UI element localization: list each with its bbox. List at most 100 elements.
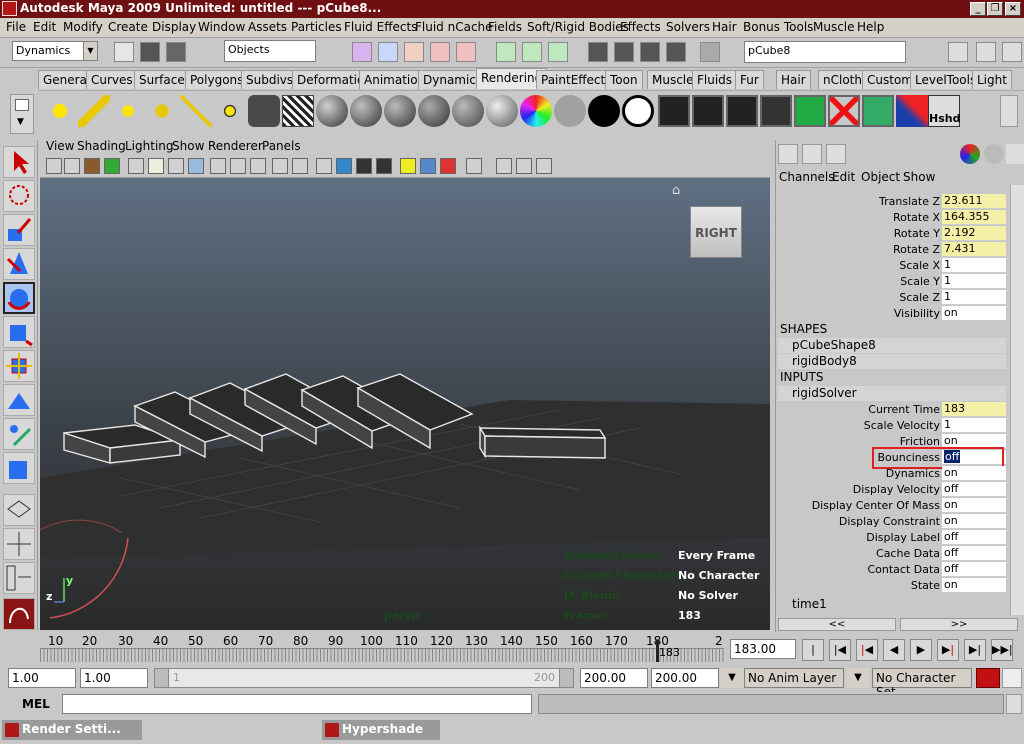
lasso-tool-icon[interactable]	[3, 180, 35, 212]
show-manipulator-icon[interactable]	[3, 418, 35, 450]
channel-row[interactable]: State on	[778, 578, 1008, 594]
shelf-tab-fur[interactable]: Fur	[735, 70, 764, 89]
menu-fluid-ncache[interactable]: Fluid nCache	[415, 20, 493, 34]
object-name-field[interactable]: pCube8	[744, 41, 906, 63]
render-current-frame-icon[interactable]	[658, 95, 690, 127]
channel-value[interactable]: on	[942, 498, 1006, 513]
select-object-icon[interactable]	[378, 42, 398, 62]
shelf-tab-muscle[interactable]: Muscle	[647, 70, 699, 89]
cb-menu-object[interactable]: Object	[861, 170, 900, 184]
shape-node[interactable]: pCubeShape8	[778, 338, 1006, 353]
maya-logo-icon[interactable]	[3, 598, 35, 630]
step-back-button[interactable]: |◀	[829, 639, 851, 661]
channel-value[interactable]: on	[942, 306, 1006, 321]
anim-layer-dropdown[interactable]: No Anim Layer	[744, 668, 844, 688]
scroll-left-button[interactable]: <<	[778, 618, 896, 631]
channel-value[interactable]: 7.431	[942, 242, 1006, 257]
menu-fields[interactable]: Fields	[488, 20, 522, 34]
selection-mode-dropdown[interactable]: Objects	[224, 40, 316, 62]
go-to-start-button[interactable]: |◀◀	[802, 639, 824, 676]
attribute-editor-toggle-icon[interactable]	[948, 42, 968, 62]
menu-particles[interactable]: Particles	[291, 20, 342, 34]
last-tool-used-icon[interactable]	[3, 452, 35, 484]
channel-row[interactable]: Scale Y1	[778, 274, 1008, 290]
assign-material-icon[interactable]	[862, 95, 894, 127]
channel-row[interactable]: Display Label off	[778, 530, 1008, 546]
render-layer-icon[interactable]	[282, 95, 314, 127]
open-scene-icon[interactable]	[140, 42, 160, 62]
animation-preferences-icon[interactable]	[1002, 668, 1022, 688]
shelf-tab-subdivs[interactable]: Subdivs	[241, 70, 299, 89]
render-view-icon[interactable]	[588, 42, 608, 62]
channel-value[interactable]: off	[942, 546, 1006, 561]
ipr-render-shelf-icon[interactable]	[692, 95, 724, 127]
rotate-tool-icon[interactable]	[3, 282, 35, 314]
resolution-gate-icon[interactable]	[168, 158, 184, 174]
step-back-key-button[interactable]: |◀	[856, 639, 878, 661]
camera-icon[interactable]	[248, 95, 280, 127]
panel-menu-view[interactable]: View	[46, 139, 74, 153]
phonge-sphere-icon[interactable]	[418, 95, 450, 127]
channel-value[interactable]: 1	[942, 418, 1006, 433]
hypershade-minimized[interactable]: Hypershade	[322, 720, 440, 740]
safe-action-icon[interactable]	[230, 158, 246, 174]
step-forward-key-button[interactable]: ▶|	[937, 639, 959, 661]
go-to-end-button[interactable]: ▶▶|	[991, 639, 1013, 661]
select-tool-icon[interactable]	[3, 146, 35, 178]
anisotropic-sphere-icon[interactable]	[452, 95, 484, 127]
channel-value[interactable]: off	[942, 530, 1006, 545]
channel-row[interactable]: Display Center Of Mass on	[778, 498, 1008, 514]
channel-value[interactable]: 1	[942, 290, 1006, 305]
high-quality-icon[interactable]	[496, 158, 512, 174]
close-button[interactable]: ×	[1005, 2, 1021, 16]
render-mode-icon[interactable]	[984, 144, 1004, 164]
range-slider-right-handle[interactable]	[559, 669, 573, 687]
channel-box-layers-icon[interactable]	[802, 144, 822, 164]
panel-menu-show[interactable]: Show	[172, 139, 204, 153]
shelf-tab-ncloth[interactable]: nCloth	[818, 70, 867, 89]
volume-light-icon[interactable]	[214, 95, 246, 127]
channel-value[interactable]: off	[942, 562, 1006, 577]
xray-icon[interactable]	[420, 158, 436, 174]
channel-value[interactable]: 1	[942, 274, 1006, 289]
bookmarks-icon[interactable]	[84, 158, 100, 174]
snap-curve-icon[interactable]	[456, 42, 476, 62]
render-settings-minimized[interactable]: Render Setti...	[2, 720, 142, 740]
panel-menu-panels[interactable]: Panels	[262, 139, 301, 153]
scale-tool-icon[interactable]	[3, 316, 35, 348]
channel-value[interactable]: 183	[942, 402, 1006, 417]
play-backwards-button[interactable]: ◀	[883, 639, 905, 661]
shelf-tab-toon[interactable]: Toon	[605, 70, 643, 89]
lambert-sphere-icon[interactable]	[350, 95, 382, 127]
select-camera-icon[interactable]	[46, 158, 62, 174]
paint-brush-icon[interactable]	[896, 95, 928, 127]
image-plane-icon[interactable]	[104, 158, 120, 174]
channel-row[interactable]: Rotate X 164.355	[778, 210, 1008, 226]
view-cube[interactable]: RIGHT	[690, 206, 742, 258]
menu-modify[interactable]: Modify	[63, 20, 103, 34]
channel-row[interactable]: Current Time 183	[778, 402, 1008, 418]
smooth-shade-icon[interactable]	[316, 158, 332, 174]
channel-row[interactable]: Contact Data off	[778, 562, 1008, 578]
time-node[interactable]: time1	[778, 597, 1006, 612]
menu-bonus-tools[interactable]: Bonus Tools	[743, 20, 813, 34]
time-slider[interactable]: 10 20 30 40 50 60 70 80 90 100 110 120 1…	[40, 632, 724, 662]
layered-shader-sphere-icon[interactable]	[486, 95, 518, 127]
ipr-render-icon[interactable]	[640, 42, 660, 62]
playback-end-field[interactable]: 200.00	[580, 668, 648, 688]
cb-menu-edit[interactable]: Edit	[832, 170, 855, 184]
shape-node[interactable]: rigidBody8	[778, 354, 1006, 369]
phong-sphere-icon[interactable]	[384, 95, 416, 127]
single-perspective-layout-icon[interactable]	[3, 494, 35, 526]
channel-row[interactable]: Cache Data off	[778, 546, 1008, 562]
menu-hair[interactable]: Hair	[712, 20, 737, 34]
shelf-tab-light[interactable]: Light	[972, 70, 1012, 89]
channel-value[interactable]: 23.611	[942, 194, 1006, 209]
menu-create[interactable]: Create	[108, 20, 148, 34]
auto-key-icon[interactable]	[976, 668, 1000, 688]
menu-effects[interactable]: Effects	[620, 20, 661, 34]
tool-settings-toggle-icon[interactable]	[976, 42, 996, 62]
shelf-scrollbar[interactable]	[1000, 95, 1018, 127]
menu-soft-rigid-bodies[interactable]: Soft/Rigid Bodies	[527, 20, 629, 34]
cb-menu-channels[interactable]: Channels	[779, 170, 835, 184]
